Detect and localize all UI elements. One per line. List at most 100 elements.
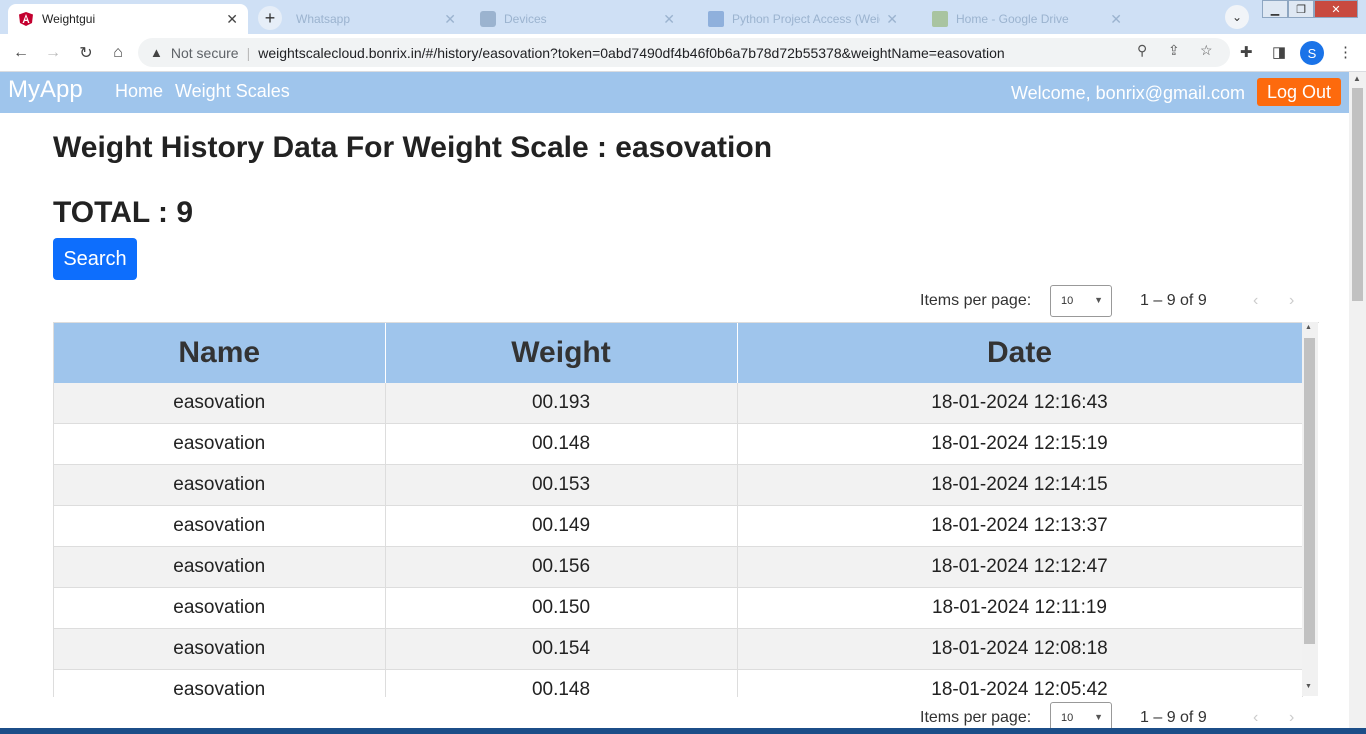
not-secure-label[interactable]: Not secure bbox=[171, 45, 239, 61]
tab-search-chevron-icon[interactable]: ⌄ bbox=[1225, 5, 1249, 29]
tab-close-icon[interactable]: ✕ bbox=[886, 11, 898, 28]
items-per-page-label: Items per page: bbox=[920, 709, 1032, 726]
app-navbar: MyApp Home Weight Scales Welcome, bonrix… bbox=[0, 72, 1349, 113]
next-page-icon[interactable]: › bbox=[1289, 709, 1294, 727]
os-taskbar bbox=[0, 728, 1366, 734]
table-row: easovation 00.150 18-01-2024 12:11:19 bbox=[54, 587, 1303, 629]
column-header-date: Date bbox=[737, 323, 1303, 383]
weight-history-table-container[interactable]: Name Weight Date easovation 00.193 18-01… bbox=[53, 322, 1319, 697]
page-title: Weight History Data For Weight Scale : e… bbox=[53, 131, 773, 164]
table-row: easovation 00.153 18-01-2024 12:14:15 bbox=[54, 464, 1303, 506]
app-brand[interactable]: MyApp bbox=[8, 76, 83, 104]
cell-weight: 00.193 bbox=[385, 383, 738, 424]
share-icon[interactable]: ⇪ bbox=[1168, 42, 1180, 59]
browser-tab-python-project[interactable]: Python Project Access (Weigh... ✕ bbox=[698, 4, 908, 34]
page-viewport: MyApp Home Weight Scales Welcome, bonrix… bbox=[0, 72, 1349, 728]
page-range-label: 1 – 9 of 9 bbox=[1140, 709, 1207, 726]
forward-arrow-icon[interactable]: → bbox=[42, 42, 64, 64]
cell-date: 18-01-2024 12:05:42 bbox=[737, 669, 1303, 697]
items-per-page-select[interactable]: 10 ▼ bbox=[1050, 285, 1112, 317]
browser-tab-devices[interactable]: Devices ✕ bbox=[470, 4, 685, 34]
cell-name: easovation bbox=[54, 587, 386, 629]
tab-close-icon[interactable]: ✕ bbox=[444, 11, 456, 28]
cell-date: 18-01-2024 12:16:43 bbox=[737, 383, 1303, 424]
browser-tab-google-drive[interactable]: Home - Google Drive ✕ bbox=[922, 4, 1132, 34]
extensions-puzzle-icon[interactable]: ✚ bbox=[1240, 43, 1253, 61]
minimize-window-icon[interactable]: ▁ bbox=[1262, 0, 1288, 18]
cell-date: 18-01-2024 12:12:47 bbox=[737, 546, 1303, 588]
table-scrollbar[interactable]: ▲ ▼ bbox=[1302, 322, 1318, 696]
cell-weight: 00.149 bbox=[385, 505, 738, 547]
profile-avatar[interactable]: S bbox=[1300, 41, 1324, 65]
bookmark-star-icon[interactable]: ☆ bbox=[1200, 42, 1213, 59]
total-count: TOTAL : 9 bbox=[53, 196, 194, 229]
page-scrollbar-thumb[interactable] bbox=[1352, 88, 1363, 301]
tab-close-icon[interactable]: ✕ bbox=[663, 11, 675, 28]
cell-name: easovation bbox=[54, 383, 386, 424]
nav-link-home[interactable]: Home bbox=[115, 81, 163, 102]
welcome-text: Welcome, bonrix@gmail.com bbox=[1010, 83, 1245, 103]
cell-name: easovation bbox=[54, 546, 386, 588]
cell-name: easovation bbox=[54, 464, 386, 506]
cell-name: easovation bbox=[54, 628, 386, 670]
browser-toolbar: ← → ↻ ⌂ ▲ Not secure | weightscalecloud.… bbox=[0, 34, 1366, 72]
table-scrollbar-thumb[interactable] bbox=[1304, 338, 1315, 644]
cell-date: 18-01-2024 12:08:18 bbox=[737, 628, 1303, 670]
paginator-top: Items per page: 10 ▼ 1 – 9 of 9 ‹ › bbox=[920, 283, 1310, 319]
items-per-page-select[interactable]: 10 ▼ bbox=[1050, 702, 1112, 728]
home-icon[interactable]: ⌂ bbox=[107, 42, 129, 64]
column-header-name: Name bbox=[54, 323, 386, 383]
items-per-page-label: Items per page: bbox=[920, 292, 1032, 309]
cell-weight: 00.153 bbox=[385, 464, 738, 506]
search-button[interactable]: Search bbox=[53, 238, 137, 280]
previous-page-icon[interactable]: ‹ bbox=[1253, 292, 1258, 310]
column-header-weight: Weight bbox=[385, 323, 738, 383]
table-row: easovation 00.154 18-01-2024 12:08:18 bbox=[54, 628, 1303, 670]
page-size-value: 10 bbox=[1061, 712, 1074, 724]
cell-weight: 00.148 bbox=[385, 423, 738, 465]
tab-title: Home - Google Drive bbox=[956, 12, 1069, 26]
scroll-up-arrow-icon[interactable]: ▲ bbox=[1305, 324, 1312, 331]
cell-date: 18-01-2024 12:15:19 bbox=[737, 423, 1303, 465]
browser-tab-active[interactable]: Weightgui ✕ bbox=[8, 4, 248, 34]
table-row: easovation 00.148 18-01-2024 12:15:19 bbox=[54, 423, 1303, 465]
zoom-icon[interactable]: ⚲ bbox=[1137, 42, 1147, 59]
address-bar[interactable]: ▲ Not secure | weightscalecloud.bonrix.i… bbox=[138, 38, 1230, 67]
previous-page-icon[interactable]: ‹ bbox=[1253, 709, 1258, 727]
tab-close-icon[interactable]: ✕ bbox=[1110, 11, 1122, 28]
browser-tab-strip: Weightgui ✕ + Whatsapp ✕ Devices ✕ Pytho… bbox=[0, 0, 1366, 34]
next-page-icon[interactable]: › bbox=[1289, 292, 1294, 310]
url-text[interactable]: weightscalecloud.bonrix.in/#/history/eas… bbox=[258, 45, 1004, 61]
tab-title: Devices bbox=[504, 12, 547, 26]
side-panel-icon[interactable]: ◨ bbox=[1272, 43, 1286, 61]
active-tab-title: Weightgui bbox=[42, 12, 96, 26]
tab-close-icon[interactable]: ✕ bbox=[226, 11, 238, 28]
reload-icon[interactable]: ↻ bbox=[75, 42, 97, 64]
new-tab-button[interactable]: + bbox=[258, 6, 282, 30]
browser-menu-icon[interactable]: ⋮ bbox=[1338, 43, 1353, 61]
page-size-value: 10 bbox=[1061, 295, 1074, 307]
browser-tab-whatsapp[interactable]: Whatsapp ✕ bbox=[286, 4, 466, 34]
nav-link-weight-scales[interactable]: Weight Scales bbox=[175, 81, 290, 102]
back-arrow-icon[interactable]: ← bbox=[10, 42, 32, 64]
close-window-icon[interactable]: ✕ bbox=[1314, 0, 1358, 18]
drive-favicon-icon bbox=[932, 11, 948, 27]
tab-title: Python Project Access (Weigh... bbox=[732, 12, 880, 26]
cell-weight: 00.148 bbox=[385, 669, 738, 697]
tab-title: Whatsapp bbox=[296, 12, 351, 26]
weight-history-table: Name Weight Date easovation 00.193 18-01… bbox=[54, 323, 1303, 697]
cell-weight: 00.150 bbox=[385, 587, 738, 629]
dropdown-caret-icon: ▼ bbox=[1094, 295, 1103, 305]
warning-triangle-icon[interactable]: ▲ bbox=[150, 45, 163, 60]
logout-button[interactable]: Log Out bbox=[1257, 78, 1341, 106]
page-scroll-up-arrow-icon[interactable]: ▲ bbox=[1353, 74, 1361, 83]
restore-window-icon[interactable]: ❐ bbox=[1288, 0, 1314, 18]
scroll-down-arrow-icon[interactable]: ▼ bbox=[1305, 683, 1312, 690]
cell-name: easovation bbox=[54, 505, 386, 547]
cell-date: 18-01-2024 12:13:37 bbox=[737, 505, 1303, 547]
cell-name: easovation bbox=[54, 423, 386, 465]
cell-name: easovation bbox=[54, 669, 386, 697]
page-scrollbar[interactable]: ▲ bbox=[1349, 72, 1366, 728]
cell-date: 18-01-2024 12:11:19 bbox=[737, 587, 1303, 629]
table-row: easovation 00.149 18-01-2024 12:13:37 bbox=[54, 505, 1303, 547]
